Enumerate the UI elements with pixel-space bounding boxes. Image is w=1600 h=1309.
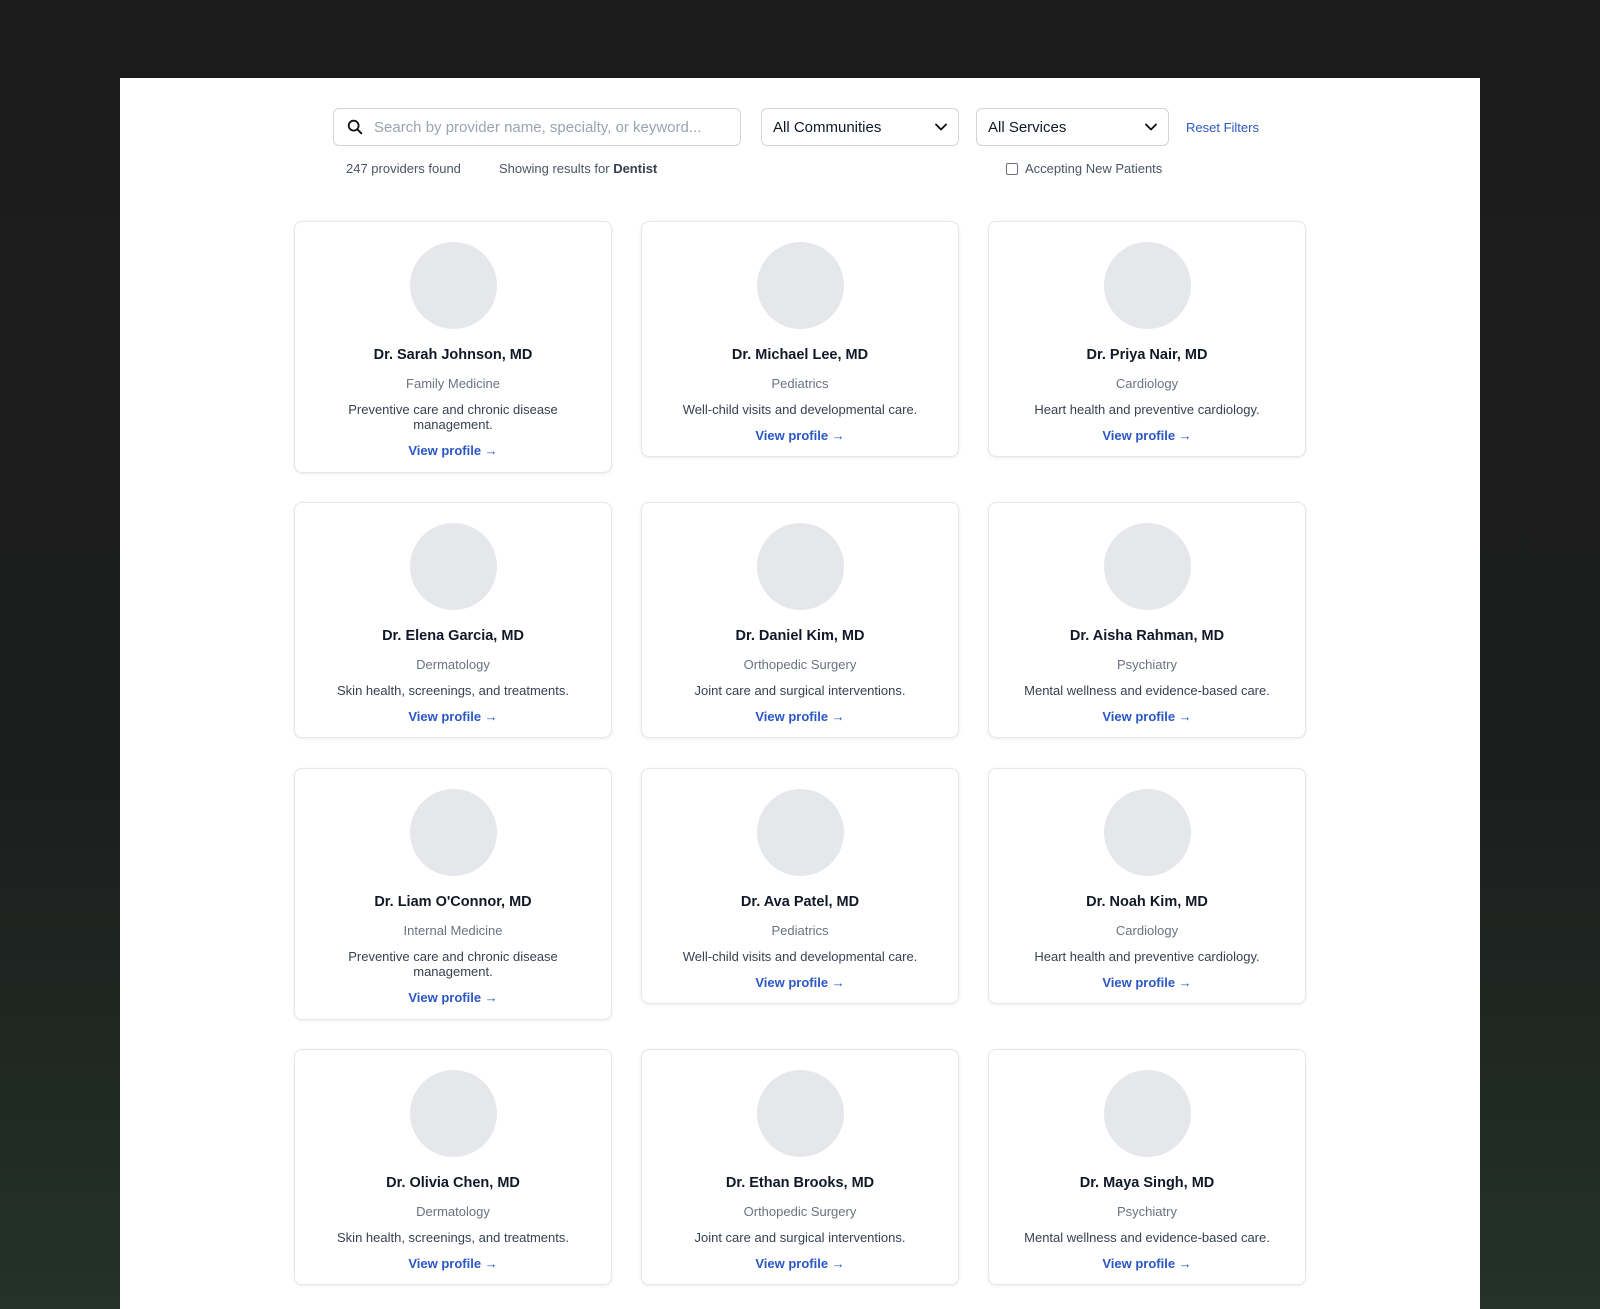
- provider-name: Dr. Michael Lee, MD: [731, 347, 869, 363]
- provider-description: Heart health and preventive cardiology.: [1034, 402, 1260, 417]
- community-select[interactable]: All Communities: [761, 108, 959, 146]
- accepting-new-patients-checkbox[interactable]: [1006, 162, 1018, 175]
- provider-description: Joint care and surgical interventions.: [694, 683, 906, 698]
- view-profile-link[interactable]: View profile →: [755, 709, 844, 724]
- view-profile-link[interactable]: View profile →: [408, 1256, 497, 1271]
- avatar: [409, 242, 497, 329]
- provider-specialty: Dermatology: [416, 1204, 490, 1219]
- chevron-down-icon: [935, 123, 947, 131]
- provider-name: Dr. Sarah Johnson, MD: [373, 347, 533, 363]
- provider-card[interactable]: Dr. Ethan Brooks, MD Orthopedic Surgery Jo…: [641, 1049, 959, 1285]
- provider-card[interactable]: Dr. Liam O'Connor, MD Internal Medicine Pr…: [294, 768, 612, 1020]
- search-icon: [347, 119, 363, 135]
- results-showing: Showing results for Dentist: [499, 161, 657, 176]
- provider-card[interactable]: Dr. Olivia Chen, MD Dermatology Skin healt…: [294, 1049, 612, 1285]
- view-profile-link[interactable]: View profile →: [408, 709, 497, 724]
- avatar: [1103, 523, 1191, 610]
- provider-description: Skin health, screenings, and treatments.: [337, 1230, 569, 1245]
- provider-card[interactable]: Dr. Aisha Rahman, MD Psychiatry Mental wel…: [988, 502, 1306, 738]
- provider-specialty: Cardiology: [1115, 923, 1179, 938]
- avatar: [756, 789, 844, 876]
- service-select[interactable]: All Services: [976, 108, 1169, 146]
- avatar: [1103, 789, 1191, 876]
- provider-name: Dr. Noah Kim, MD: [1086, 894, 1208, 910]
- avatar: [409, 789, 497, 876]
- provider-card[interactable]: Dr. Ava Patel, MD Pediatrics Well-child vi…: [641, 768, 959, 1004]
- view-profile-link[interactable]: View profile →: [1102, 975, 1191, 990]
- provider-description: Mental wellness and evidence-based care.: [1024, 683, 1270, 698]
- avatar: [756, 1070, 844, 1157]
- avatar: [1103, 242, 1191, 329]
- results-showing-prefix: Showing results for: [499, 161, 610, 176]
- provider-name: Dr. Ethan Brooks, MD: [725, 1175, 875, 1191]
- results-showing-term: Dentist: [613, 161, 658, 176]
- provider-name: Dr. Ava Patel, MD: [740, 894, 860, 910]
- provider-specialty: Orthopedic Surgery: [743, 657, 857, 672]
- view-profile-link[interactable]: View profile →: [1102, 1256, 1191, 1271]
- provider-specialty: Dermatology: [416, 657, 490, 672]
- reset-filters-link[interactable]: Reset Filters: [1186, 120, 1259, 135]
- provider-specialty: Pediatrics: [771, 376, 829, 391]
- avatar: [409, 1070, 497, 1157]
- avatar: [1103, 1070, 1191, 1157]
- provider-card[interactable]: Dr. Daniel Kim, MD Orthopedic Surgery Join…: [641, 502, 959, 738]
- provider-card[interactable]: Dr. Elena Garcia, MD Dermatology Skin heal…: [294, 502, 612, 738]
- search-box[interactable]: [333, 108, 741, 146]
- provider-specialty: Internal Medicine: [403, 923, 503, 938]
- provider-description: Well-child visits and developmental care…: [682, 949, 918, 964]
- provider-specialty: Psychiatry: [1117, 1204, 1177, 1219]
- provider-name: Dr. Aisha Rahman, MD: [1069, 628, 1225, 644]
- results-count: 247 providers found: [346, 161, 461, 176]
- provider-card[interactable]: Dr. Sarah Johnson, MD Family Medicine Prev…: [294, 221, 612, 473]
- provider-specialty: Psychiatry: [1117, 657, 1177, 672]
- view-profile-link[interactable]: View profile →: [1102, 709, 1191, 724]
- provider-description: Heart health and preventive cardiology.: [1034, 949, 1260, 964]
- view-profile-link[interactable]: View profile →: [755, 1256, 844, 1271]
- view-profile-link[interactable]: View profile →: [755, 975, 844, 990]
- accepting-new-patients-toggle[interactable]: Accepting New Patients: [1006, 161, 1162, 176]
- provider-description: Preventive care and chronic disease mana…: [348, 949, 558, 979]
- provider-directory-panel: All Communities All Services Reset Filte…: [120, 78, 1480, 1309]
- provider-card[interactable]: Dr. Noah Kim, MD Cardiology Heart health a…: [988, 768, 1306, 1004]
- filter-toolbar: All Communities All Services Reset Filte…: [333, 108, 1259, 146]
- community-select-value: All Communities: [773, 118, 882, 136]
- provider-card[interactable]: Dr. Michael Lee, MD Pediatrics Well-child …: [641, 221, 959, 457]
- provider-specialty: Pediatrics: [771, 923, 829, 938]
- view-profile-link[interactable]: View profile →: [408, 990, 497, 1005]
- provider-name: Dr. Olivia Chen, MD: [386, 1175, 520, 1191]
- provider-specialty: Cardiology: [1115, 376, 1179, 391]
- provider-name: Dr. Daniel Kim, MD: [735, 628, 865, 644]
- provider-card[interactable]: Dr. Priya Nair, MD Cardiology Heart health…: [988, 221, 1306, 457]
- avatar: [756, 523, 844, 610]
- accepting-new-patients-label: Accepting New Patients: [1025, 161, 1163, 176]
- provider-card[interactable]: Dr. Maya Singh, MD Psychiatry Mental welln…: [988, 1049, 1306, 1285]
- view-profile-link[interactable]: View profile →: [1102, 428, 1191, 443]
- provider-description: Skin health, screenings, and treatments.: [337, 683, 569, 698]
- chevron-down-icon: [1145, 123, 1157, 131]
- search-input[interactable]: [374, 118, 728, 136]
- provider-description: Preventive care and chronic disease mana…: [348, 402, 558, 432]
- provider-specialty: Orthopedic Surgery: [743, 1204, 857, 1219]
- view-profile-link[interactable]: View profile →: [408, 443, 497, 458]
- provider-description: Joint care and surgical interventions.: [694, 1230, 906, 1245]
- avatar: [409, 523, 497, 610]
- provider-name: Dr. Priya Nair, MD: [1086, 347, 1208, 363]
- provider-name: Dr. Elena Garcia, MD: [382, 628, 524, 644]
- provider-name: Dr. Maya Singh, MD: [1079, 1175, 1215, 1191]
- provider-name: Dr. Liam O'Connor, MD: [374, 894, 532, 910]
- provider-description: Mental wellness and evidence-based care.: [1024, 1230, 1270, 1245]
- service-select-value: All Services: [988, 118, 1067, 136]
- provider-description: Well-child visits and developmental care…: [682, 402, 918, 417]
- view-profile-link[interactable]: View profile →: [755, 428, 844, 443]
- avatar: [756, 242, 844, 329]
- provider-specialty: Family Medicine: [406, 376, 500, 391]
